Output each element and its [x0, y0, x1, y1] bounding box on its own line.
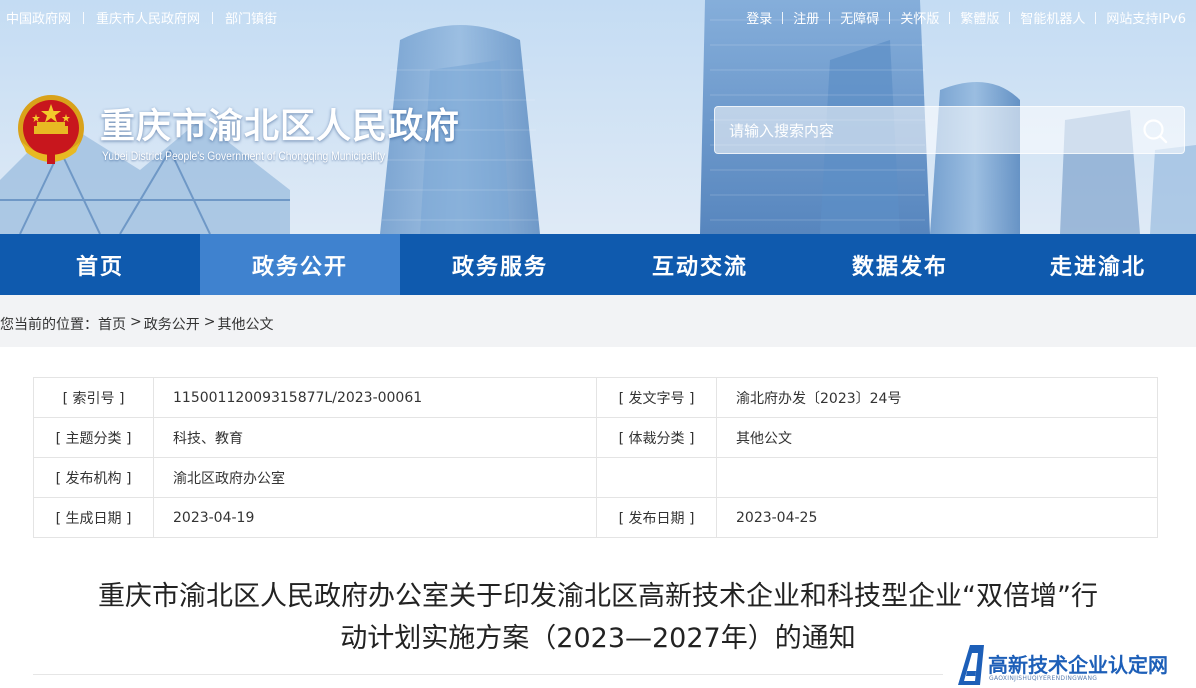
topic-label: [ 主题分类 ]	[33, 417, 154, 458]
watermark-logo-icon	[958, 645, 984, 685]
nav-interaction[interactable]: 互动交流	[600, 234, 800, 295]
document-info-table: [ 索引号 ] 11500112009315877L/2023-00061 [ …	[33, 377, 1158, 538]
empty-cell	[596, 457, 717, 498]
divider	[212, 11, 214, 24]
site-subtitle: Yubei District People's Government of Ch…	[102, 149, 386, 163]
nav-home[interactable]: 首页	[0, 234, 200, 295]
traditional-chinese-link[interactable]: 繁體版	[960, 8, 999, 27]
site-title: 重庆市渝北区人民政府	[100, 107, 461, 147]
watermark-subtext: GAOXINJISHUQIYERENDINGWANG	[989, 675, 1098, 682]
search-icon[interactable]	[1142, 118, 1168, 144]
ipv6-link[interactable]: 网站支持IPv6	[1106, 8, 1186, 27]
divider	[782, 11, 784, 24]
divider	[889, 11, 891, 24]
published-date-value: 2023-04-25	[716, 497, 1158, 538]
table-row: [ 索引号 ] 11500112009315877L/2023-00061 [ …	[33, 377, 1158, 418]
nav-about-yubei[interactable]: 走进渝北	[1000, 234, 1196, 295]
search-input[interactable]	[729, 119, 1129, 143]
published-date-label: [ 发布日期 ]	[596, 497, 717, 538]
doc-number-label: [ 发文字号 ]	[596, 377, 717, 418]
empty-cell	[716, 457, 1158, 498]
link-chongqing-gov[interactable]: 重庆市人民政府网	[96, 8, 200, 27]
genre-value: 其他公文	[716, 417, 1158, 458]
register-link[interactable]: 注册	[793, 8, 819, 27]
link-china-gov[interactable]: 中国政府网	[6, 8, 71, 27]
divider	[1009, 11, 1011, 24]
breadcrumb: 您当前的位置： 首页 > 政务公开 > 其他公文	[0, 314, 273, 334]
accessibility-link[interactable]: 无障碍	[840, 8, 879, 27]
search-box	[714, 106, 1185, 154]
created-date-label: [ 生成日期 ]	[33, 497, 154, 538]
index-label: [ 索引号 ]	[33, 377, 154, 418]
index-value: 11500112009315877L/2023-00061	[153, 377, 597, 418]
nav-services[interactable]: 政务服务	[400, 234, 600, 295]
breadcrumb-prefix: 您当前的位置：	[0, 317, 98, 333]
top-links-right: 登录 注册 无障碍 关怀版 繁體版 智能机器人 网站支持IPv6	[746, 8, 1186, 27]
national-emblem-icon	[18, 95, 84, 164]
divider	[829, 11, 831, 24]
issuer-value: 渝北区政府办公室	[153, 457, 597, 498]
nav-data[interactable]: 数据发布	[800, 234, 1000, 295]
elderly-mode-link[interactable]: 关怀版	[900, 8, 939, 27]
main-nav: 首页 政务公开 政务服务 互动交流 数据发布 走进渝北	[0, 234, 1196, 295]
table-row: [ 主题分类 ] 科技、教育 [ 体裁分类 ] 其他公文	[33, 417, 1158, 458]
document-title-line: 重庆市渝北区人民政府办公室关于印发渝北区高新技术企业和科技型企业“双倍增”行	[98, 581, 1098, 612]
divider	[949, 11, 951, 24]
issuer-label: [ 发布机构 ]	[33, 457, 154, 498]
breadcrumb-gov-affairs[interactable]: 政务公开	[144, 314, 200, 334]
table-row: [ 发布机构 ] 渝北区政府办公室	[33, 457, 1158, 498]
topic-value: 科技、教育	[153, 417, 597, 458]
breadcrumb-separator: >	[203, 314, 216, 330]
breadcrumb-separator: >	[130, 314, 142, 330]
divider	[83, 11, 85, 24]
header-banner: 中国政府网 重庆市人民政府网 部门镇街 登录 注册 无障碍 关怀版 繁體版 智能…	[0, 0, 1196, 234]
watermark-text: 高新技术企业认定网	[988, 653, 1168, 677]
link-departments[interactable]: 部门镇街	[225, 8, 277, 27]
top-links-left: 中国政府网 重庆市人民政府网 部门镇街	[6, 8, 277, 27]
created-date-value: 2023-04-19	[153, 497, 597, 538]
breadcrumb-bar: 您当前的位置： 首页 > 政务公开 > 其他公文	[0, 295, 1196, 347]
top-link-bar: 中国政府网 重庆市人民政府网 部门镇街 登录 注册 无障碍 关怀版 繁體版 智能…	[0, 0, 1196, 32]
doc-number-value: 渝北府办发〔2023〕24号	[716, 377, 1158, 418]
divider	[33, 674, 943, 675]
breadcrumb-other-docs[interactable]: 其他公文	[217, 314, 273, 334]
divider	[1095, 11, 1097, 24]
breadcrumb-home[interactable]: 首页	[98, 314, 126, 334]
login-link[interactable]: 登录	[746, 8, 772, 27]
robot-link[interactable]: 智能机器人	[1020, 8, 1085, 27]
genre-label: [ 体裁分类 ]	[596, 417, 717, 458]
watermark: 高新技术企业认定网 GAOXINJISHUQIYERENDINGWANG	[952, 640, 1196, 688]
table-row: [ 生成日期 ] 2023-04-19 [ 发布日期 ] 2023-04-25	[33, 497, 1158, 538]
nav-gov-affairs[interactable]: 政务公开	[200, 234, 400, 295]
